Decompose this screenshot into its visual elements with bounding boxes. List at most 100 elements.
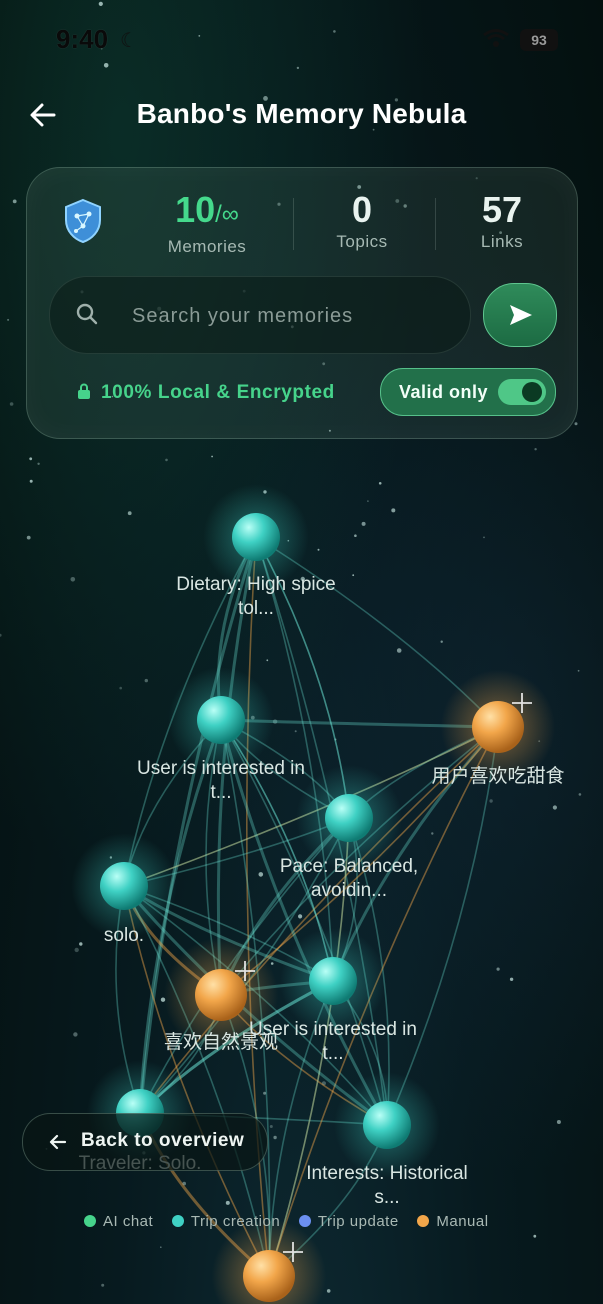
star <box>12 199 17 204</box>
node-sphere[interactable] <box>363 1101 411 1149</box>
node-label: Pace: Balanced, <box>280 856 418 877</box>
star <box>367 500 369 502</box>
star <box>266 659 269 662</box>
status-time: 9:40 <box>56 24 109 54</box>
privacy-note: 100% Local & Encrypted <box>77 382 335 404</box>
star <box>165 458 168 462</box>
shield-icon <box>65 198 101 244</box>
legend-item: Manual <box>417 1213 488 1230</box>
star <box>273 1135 277 1140</box>
legend-dot-trip-creation <box>171 1215 184 1227</box>
star <box>489 799 493 803</box>
valid-only-toggle[interactable]: Valid only <box>380 368 556 416</box>
star <box>127 511 132 516</box>
memories-count: 10 <box>175 189 216 230</box>
star <box>9 402 14 406</box>
star <box>160 1246 162 1248</box>
star <box>352 574 355 577</box>
legend-label: Trip update <box>317 1213 399 1230</box>
node-sphere[interactable] <box>472 701 524 753</box>
node-label: s... <box>374 1187 399 1208</box>
valid-only-label: Valid only <box>399 382 489 402</box>
node-label: User is interested in <box>137 758 305 779</box>
star <box>496 967 500 971</box>
legend-label: Manual <box>436 1213 489 1230</box>
node-sphere[interactable] <box>195 969 247 1021</box>
send-button[interactable] <box>483 283 557 347</box>
star <box>317 548 320 551</box>
lock-icon <box>78 383 90 399</box>
star <box>574 422 578 426</box>
legend-item: AI chat <box>84 1213 153 1230</box>
node-label: User is interested in <box>249 1019 417 1040</box>
divider <box>293 198 294 250</box>
node-label: Interests: Historical <box>306 1163 468 1184</box>
node-label: 用户喜欢吃甜食 <box>431 765 564 787</box>
node-label: tol... <box>238 598 274 619</box>
star <box>144 678 148 683</box>
links-label: Links <box>480 232 524 251</box>
star <box>483 536 485 539</box>
status-bar: 9:40 ☾ 93 <box>0 0 603 80</box>
star <box>101 1283 105 1287</box>
star <box>533 1234 537 1238</box>
topics-label: Topics <box>336 232 388 251</box>
memory-node[interactable]: Dietary: High spice tol... <box>176 484 336 619</box>
links-count: 57 <box>481 189 523 230</box>
star <box>29 457 33 461</box>
star <box>391 508 396 513</box>
toggle-knob <box>522 382 542 402</box>
toggle-switch[interactable] <box>498 379 546 405</box>
legend-dot-trip-update <box>298 1215 311 1227</box>
search-bar[interactable] <box>49 276 471 354</box>
node-label: t... <box>210 782 231 803</box>
node-sphere[interactable] <box>243 1250 295 1302</box>
star <box>74 947 79 953</box>
node-sphere[interactable] <box>197 696 245 744</box>
back-to-overview-label: Back to overview <box>81 1130 245 1151</box>
node-label: t... <box>322 1043 343 1064</box>
star <box>258 872 264 877</box>
memory-node[interactable]: 用户喜欢吃甜食 <box>431 669 565 787</box>
search-icon <box>76 303 98 325</box>
header: Banbo's Memory Nebula <box>0 90 603 146</box>
search-input[interactable] <box>130 295 454 337</box>
node-label: Dietary: High spice <box>176 574 335 595</box>
star <box>577 669 580 672</box>
star <box>431 832 434 835</box>
star <box>578 793 582 796</box>
star <box>270 962 274 965</box>
star <box>37 462 40 465</box>
star <box>79 942 83 946</box>
topics-count: 0 <box>351 189 373 230</box>
legend: AI chat Trip creation Trip update Manual <box>84 1213 503 1230</box>
star <box>396 648 402 653</box>
memory-node[interactable] <box>211 1218 327 1304</box>
star <box>73 1032 78 1037</box>
star <box>552 805 558 810</box>
legend-label: Trip creation <box>190 1213 281 1230</box>
legend-item: Trip update <box>298 1213 399 1230</box>
star <box>211 455 214 458</box>
page-title: Banbo's Memory Nebula <box>136 98 467 129</box>
star <box>7 318 10 321</box>
star <box>326 1289 331 1293</box>
stat-topics: 0 Topics <box>307 190 417 252</box>
memory-node[interactable]: User is interested in t... <box>137 667 305 803</box>
star <box>26 535 31 540</box>
node-sphere[interactable] <box>309 957 357 1005</box>
star <box>509 977 514 981</box>
node-sphere[interactable] <box>325 794 373 842</box>
node-sphere[interactable] <box>232 513 280 561</box>
legend-dot-ai-chat <box>84 1215 96 1227</box>
arrow-left-icon <box>49 1134 67 1150</box>
back-to-overview-button[interactable]: Back to overview <box>22 1113 268 1171</box>
stats-panel: 10/∞ Memories 0 Topics 57 Links 100% Loc… <box>26 167 578 439</box>
memories-limit: /∞ <box>215 201 239 228</box>
memory-node[interactable]: Interests: Historical s... <box>306 1072 468 1208</box>
legend-dot-manual <box>417 1215 430 1227</box>
node-sphere[interactable] <box>100 862 148 910</box>
star <box>225 1200 230 1205</box>
legend-label: AI chat <box>103 1213 154 1230</box>
battery-icon: 93 <box>520 29 558 51</box>
